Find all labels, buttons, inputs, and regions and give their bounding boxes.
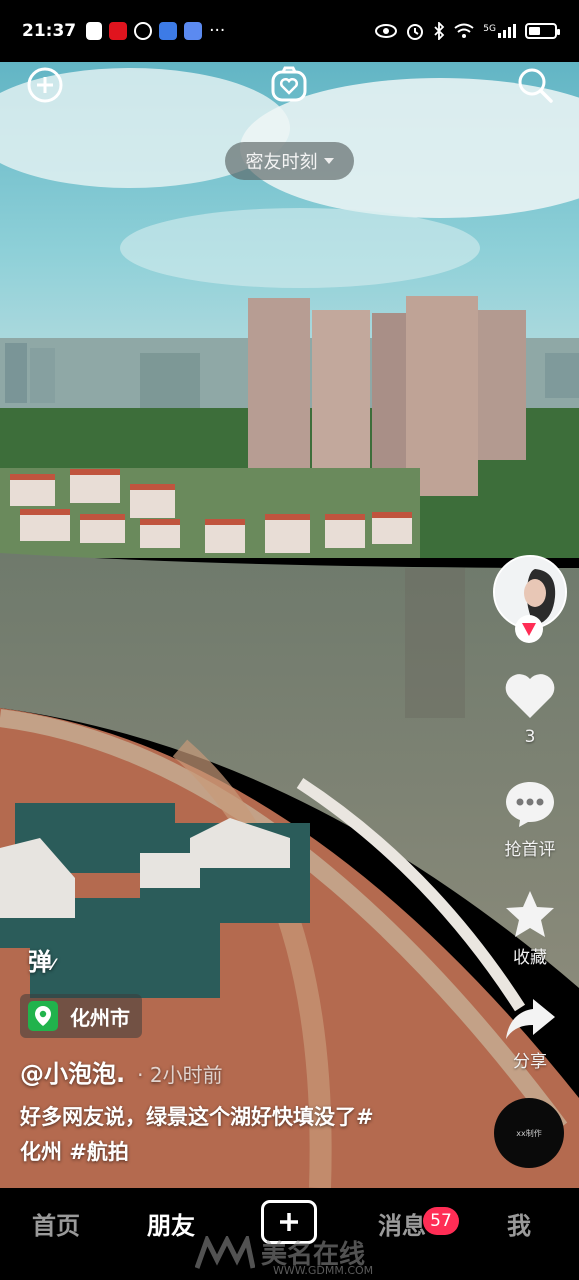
post-time: · 2小时前 [137,1063,223,1087]
add-friend-button[interactable] [26,66,64,104]
like-button[interactable]: 3 [491,671,569,747]
nav-me[interactable]: 我 [507,1206,531,1241]
share-button[interactable]: 分享 [491,997,569,1072]
search-icon [518,68,553,103]
video-caption: 好多网友说，绿景这个湖好快填没了# 化州 #航拍 [20,1105,374,1164]
location-tag[interactable]: 化州市 [20,994,142,1038]
status-time: 21:37 [22,21,77,41]
messages-badge: 57 [423,1207,459,1235]
nav-friends[interactable]: 朋友 [147,1206,195,1241]
music-disc[interactable]: xx制作 [494,1098,564,1168]
alarm-icon [407,24,424,40]
plus-icon [280,1213,298,1231]
status-bar: 21:37 ··· 5G [0,0,579,62]
bluetooth-icon [434,22,445,40]
nav-messages[interactable]: 消息 [378,1206,426,1241]
share-label: 分享 [513,1052,547,1072]
comment-button[interactable]: 抢首评 [491,779,569,860]
star-icon [506,891,554,937]
share-arrow-icon [506,999,555,1039]
location-label: 化州市 [70,1005,130,1030]
tmall-icon [109,22,128,40]
watermark: 美名在线 WWW.GDMM.COM [195,1234,373,1277]
like-count: 3 [524,727,536,747]
signal-icon: 5G [483,24,516,38]
eye-icon [375,24,398,38]
heart-bag-icon [271,66,307,102]
nav-home[interactable]: 首页 [32,1206,80,1241]
mode-label: 密友时刻 [245,152,318,173]
favorite-button[interactable]: 收藏 [491,889,569,968]
caret-down-icon [323,158,334,164]
plus-circle-icon [27,67,63,103]
location-pin-icon [28,1001,58,1031]
more-notifications-icon: ··· [209,21,226,41]
music-app-icon [184,22,203,40]
wifi-icon [454,23,474,38]
send-arrow-icon [522,623,536,636]
comment-label: 抢首评 [504,840,556,860]
comment-bubble-icon [506,782,554,827]
app-notification-icon [86,22,103,40]
danmu-toggle[interactable]: 弹⁄ [28,942,55,977]
follow-button[interactable] [515,615,543,643]
close-friends-button[interactable] [270,66,308,104]
watermark-logo-icon [195,1235,255,1269]
favorite-label: 收藏 [513,948,547,968]
author-name[interactable]: @小泡泡. [20,1054,125,1089]
education-app-icon [159,22,178,40]
battery-icon [525,23,560,39]
mode-selector[interactable]: 密友时刻 [225,142,354,180]
chat-bubble-icon [134,22,153,40]
heart-icon [505,674,555,718]
search-button[interactable] [516,66,554,104]
